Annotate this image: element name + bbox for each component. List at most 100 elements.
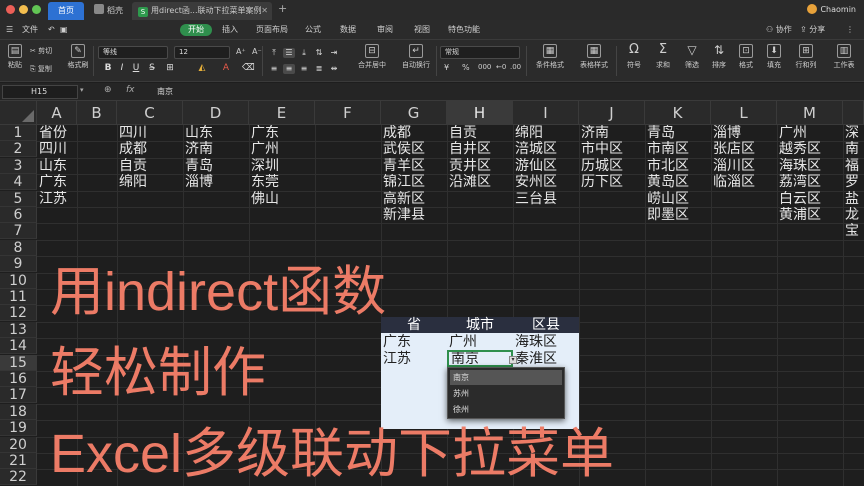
cell-k3[interactable]: 市北区 bbox=[645, 158, 711, 174]
column-header-l[interactable]: L bbox=[711, 101, 777, 125]
row-header-18[interactable]: 18 bbox=[0, 403, 37, 420]
border-icon[interactable]: ⊞ bbox=[164, 62, 176, 74]
collab-button[interactable]: ⚇ 协作 bbox=[766, 20, 792, 40]
row-header-17[interactable]: 17 bbox=[0, 387, 37, 404]
sum-button[interactable]: Σ 求和 bbox=[651, 43, 675, 70]
row-header-5[interactable]: 5 bbox=[0, 190, 37, 207]
row-header-22[interactable]: 22 bbox=[0, 469, 37, 486]
row-header-8[interactable]: 8 bbox=[0, 239, 37, 256]
font-size-select[interactable]: 12 bbox=[174, 46, 230, 59]
cell-g3[interactable]: 青羊区 bbox=[381, 158, 447, 174]
save-icon[interactable]: ▣ bbox=[60, 20, 68, 40]
copy-button[interactable]: ⎘ 复制 bbox=[30, 64, 52, 74]
dropdown-option[interactable]: 苏州 bbox=[450, 386, 562, 401]
cell-n6[interactable]: 龙 bbox=[843, 207, 864, 223]
wrap-text-button[interactable]: ↵ 自动换行 bbox=[396, 44, 436, 70]
strikethrough-icon[interactable]: S̶ bbox=[146, 62, 158, 74]
currency-button[interactable]: ¥ bbox=[444, 63, 449, 72]
cell-k6[interactable]: 即墨区 bbox=[645, 207, 711, 223]
tab-home[interactable]: 首页 bbox=[48, 2, 84, 20]
cell-i4[interactable]: 安州区 bbox=[513, 174, 579, 190]
share-button[interactable]: ⇪ 分享 bbox=[800, 20, 825, 40]
row-header-11[interactable]: 11 bbox=[0, 289, 37, 305]
name-box[interactable]: H15 bbox=[2, 85, 78, 99]
cell-a2[interactable]: 四川 bbox=[37, 141, 77, 157]
fx-icon[interactable]: fx bbox=[126, 85, 135, 95]
select-all-corner[interactable] bbox=[0, 101, 37, 125]
format-button[interactable]: ⊡ 格式 bbox=[734, 44, 758, 70]
align-right-icon[interactable]: ≡ bbox=[298, 64, 310, 74]
menu-review[interactable]: 审阅 bbox=[377, 20, 393, 40]
row-header-2[interactable]: 2 bbox=[0, 141, 37, 158]
table-cell[interactable]: 广州 bbox=[447, 334, 477, 350]
cell-n3[interactable]: 福 bbox=[843, 158, 864, 174]
menu-special[interactable]: 特色功能 bbox=[448, 20, 480, 40]
tab-workbook[interactable]: S 用direct函...联动下拉菜单案例 ✕ bbox=[132, 2, 272, 20]
cell-e3[interactable]: 深圳 bbox=[249, 158, 315, 174]
row-header-3[interactable]: 3 bbox=[0, 157, 37, 174]
decrease-decimal-icon[interactable]: .00 bbox=[510, 63, 521, 71]
align-top-icon[interactable]: ⤒ bbox=[268, 48, 280, 58]
row-header-12[interactable]: 12 bbox=[0, 305, 37, 322]
align-center-icon[interactable]: ≡ bbox=[283, 64, 295, 74]
cell-n4[interactable]: 罗 bbox=[843, 174, 864, 190]
cell-h1[interactable]: 自贡 bbox=[447, 125, 513, 141]
dropdown-option[interactable]: 南京 bbox=[450, 370, 562, 385]
chevron-down-icon[interactable]: ▾ bbox=[80, 86, 84, 94]
cell-d2[interactable]: 济南 bbox=[183, 141, 249, 157]
font-grow-icon[interactable]: A⁺ bbox=[236, 47, 246, 56]
cell-g6[interactable]: 新津县 bbox=[381, 207, 447, 223]
cell-m3[interactable]: 海珠区 bbox=[777, 158, 843, 174]
cell-d1[interactable]: 山东 bbox=[183, 125, 249, 141]
dropdown-option[interactable]: 徐州 bbox=[450, 402, 562, 417]
cell-g1[interactable]: 成都 bbox=[381, 125, 447, 141]
hamburger-menu-icon[interactable]: ☰ bbox=[6, 20, 13, 40]
undo-icon[interactable]: ↶ bbox=[48, 20, 55, 40]
format-painter-button[interactable]: ✎ 格式刷 bbox=[66, 44, 90, 70]
thousands-separator-icon[interactable]: 000 bbox=[478, 63, 491, 71]
font-name-select[interactable]: 等线 bbox=[98, 46, 168, 59]
menu-formulas[interactable]: 公式 bbox=[305, 20, 321, 40]
cell-k1[interactable]: 青岛 bbox=[645, 125, 711, 141]
cell-l3[interactable]: 淄川区 bbox=[711, 158, 777, 174]
percent-button[interactable]: % bbox=[462, 63, 470, 72]
sort-button[interactable]: ⇅ 排序 bbox=[707, 44, 731, 70]
distribute-icon[interactable]: ⇹ bbox=[328, 64, 340, 74]
cell-g2[interactable]: 武侯区 bbox=[381, 141, 447, 157]
cell-d4[interactable]: 淄博 bbox=[183, 174, 249, 190]
paste-button[interactable]: ▤ 粘贴 bbox=[5, 44, 25, 70]
cell-a5[interactable]: 江苏 bbox=[37, 191, 77, 207]
column-header-f[interactable]: F bbox=[315, 101, 381, 125]
table-style-button[interactable]: ▦ 表格样式 bbox=[574, 44, 614, 70]
cell-c4[interactable]: 绵阳 bbox=[117, 174, 183, 190]
worksheet-button[interactable]: ▥ 工作表 bbox=[828, 44, 860, 70]
column-header-c[interactable]: C bbox=[117, 101, 183, 125]
italic-button[interactable]: I bbox=[116, 62, 128, 74]
column-header-j[interactable]: J bbox=[579, 101, 645, 125]
clear-format-icon[interactable]: ⌫ bbox=[242, 62, 255, 74]
cell-c3[interactable]: 自贡 bbox=[117, 158, 183, 174]
cell-k4[interactable]: 黄岛区 bbox=[645, 174, 711, 190]
number-format-select[interactable]: 常规 bbox=[440, 46, 520, 59]
font-color-icon[interactable]: A bbox=[220, 62, 232, 74]
cell-l1[interactable]: 淄博 bbox=[711, 125, 777, 141]
menu-start[interactable]: 开始 bbox=[180, 24, 212, 36]
cell-a4[interactable]: 广东 bbox=[37, 174, 77, 190]
column-header-d[interactable]: D bbox=[183, 101, 249, 125]
align-bottom-icon[interactable]: ⤓ bbox=[298, 48, 310, 58]
column-header-e[interactable]: E bbox=[249, 101, 315, 125]
cut-button[interactable]: ✂ 剪切 bbox=[30, 46, 52, 56]
cell-h4[interactable]: 沿滩区 bbox=[447, 174, 513, 190]
row-header-21[interactable]: 21 bbox=[0, 453, 37, 469]
cell-h3[interactable]: 贡井区 bbox=[447, 158, 513, 174]
cell-i1[interactable]: 绵阳 bbox=[513, 125, 579, 141]
cell-a3[interactable]: 山东 bbox=[37, 158, 77, 174]
row-header-4[interactable]: 4 bbox=[0, 174, 37, 191]
cell-j4[interactable]: 历下区 bbox=[579, 174, 645, 190]
align-middle-icon[interactable]: ☰ bbox=[283, 48, 295, 58]
menu-insert[interactable]: 插入 bbox=[222, 20, 238, 40]
cell-l4[interactable]: 临淄区 bbox=[711, 174, 777, 190]
dropdown-arrow-icon[interactable]: ▾ bbox=[509, 356, 517, 364]
cell-n1[interactable]: 深 bbox=[843, 125, 864, 141]
font-shrink-icon[interactable]: A⁻ bbox=[252, 47, 262, 56]
